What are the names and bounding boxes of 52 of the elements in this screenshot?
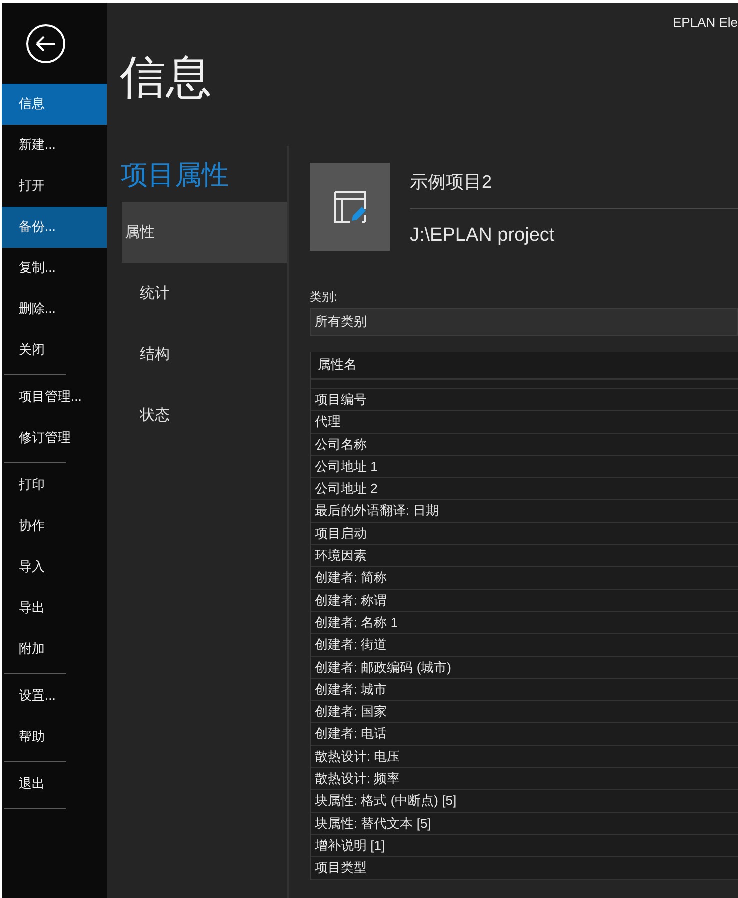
menu-item[interactable]: 帮助	[2, 717, 107, 758]
page-title: 信息	[119, 50, 213, 105]
table-cell: 创建者: 简称	[311, 567, 738, 590]
menu-item[interactable]: 退出	[2, 764, 107, 805]
nav-tab[interactable]: 结构	[122, 324, 287, 385]
table-cell: 增补说明 [1]	[311, 834, 738, 858]
table-cell: 最后的外语翻译: 日期	[311, 500, 738, 523]
table-cell: 公司地址 2	[311, 478, 738, 500]
table-cell: 公司名称	[311, 434, 738, 456]
table-cell: 散热设计: 频率	[311, 768, 738, 790]
menu-item[interactable]: 修订管理	[2, 418, 107, 459]
nav-tab[interactable]: 统计	[122, 263, 287, 324]
table-cell: 创建者: 国家	[311, 701, 738, 724]
table-cell: 创建者: 邮政编码 (城市)	[311, 656, 738, 679]
menu-item[interactable]: 新建...	[2, 125, 107, 166]
table-cell: 项目类型	[311, 857, 738, 880]
table-cell: 块属性: 格式 (中断点) [5]	[311, 790, 738, 813]
table-cell: 项目启动	[311, 522, 738, 546]
table-cell: 创建者: 街道	[311, 634, 738, 657]
section-title: 项目属性	[120, 159, 230, 192]
project-path: J:\EPLAN project	[410, 224, 556, 248]
table-cell: 创建者: 电话	[311, 723, 738, 746]
project-name: 示例项目2	[410, 163, 738, 209]
table-cell: 公司地址 1	[311, 456, 738, 478]
menu-item[interactable]: 复制...	[2, 248, 107, 289]
menu-item[interactable]: 导出	[2, 588, 107, 629]
table-cell: 创建者: 称谓	[311, 590, 738, 612]
project-edit-icon	[332, 189, 368, 225]
table-cell: 项目编号	[311, 389, 738, 412]
table-cell: 代理	[311, 411, 738, 434]
table-cell: 创建者: 城市	[311, 678, 738, 702]
back-icon[interactable]	[26, 24, 66, 64]
menu-item[interactable]: 附加	[2, 629, 107, 670]
menu-item[interactable]: 关闭	[2, 330, 107, 371]
window-title: EPLAN Ele	[672, 15, 738, 30]
table-cell: 块属性: 替代文本 [5]	[311, 812, 738, 835]
category-label: 类别:	[310, 289, 338, 306]
nav-tab[interactable]: 属性	[122, 202, 287, 263]
menu-item[interactable]: 删除...	[2, 289, 107, 330]
category-dropdown[interactable]: 所有类别	[310, 308, 738, 336]
table-cell: 创建者: 名称 1	[311, 612, 738, 634]
menu-item[interactable]: 导入	[2, 547, 107, 588]
menu-item[interactable]: 信息	[2, 84, 107, 125]
menu-item[interactable]: 项目管理...	[2, 377, 107, 418]
table-cell: 环境因素	[311, 545, 738, 568]
menu-item[interactable]: 协作	[2, 506, 107, 547]
table-cell: 散热设计: 电压	[311, 746, 738, 768]
menu-item[interactable]: 备份...	[2, 207, 107, 248]
menu-item[interactable]: 打印	[2, 465, 107, 506]
menu-item[interactable]: 设置...	[2, 676, 107, 717]
menu-item[interactable]: 打开	[2, 166, 107, 207]
nav-tab[interactable]: 状态	[122, 385, 287, 446]
